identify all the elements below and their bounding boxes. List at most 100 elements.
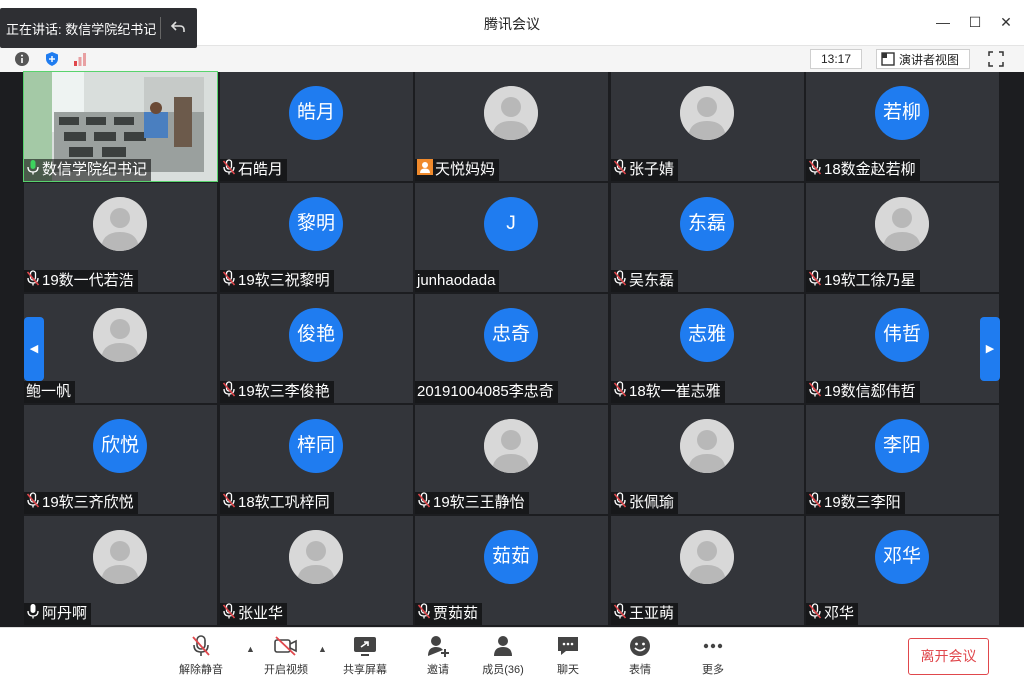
participant-tile[interactable]: 张佩瑜 xyxy=(611,405,804,514)
participant-avatar: 若柳 xyxy=(875,86,929,140)
members-label: 成员(36) xyxy=(482,664,524,676)
start-video-button[interactable]: 开启视频 xyxy=(261,634,311,677)
participant-tile[interactable]: 俊艳 19软三李俊艳 xyxy=(220,294,413,403)
participant-label: 19数三李阳 xyxy=(806,491,905,514)
participant-label: 19软三李俊艳 xyxy=(220,380,334,404)
mic-muted-icon xyxy=(808,158,822,182)
participant-name: junhaodada xyxy=(417,272,496,289)
participant-avatar-photo xyxy=(484,86,538,140)
mic-muted-icon xyxy=(613,602,627,626)
participant-tile[interactable]: 茹茹 贾茹茹 xyxy=(415,516,608,625)
mic-muted-icon xyxy=(417,602,431,626)
mic-muted-icon xyxy=(26,491,40,515)
participant-label: 19软三王静怡 xyxy=(415,491,529,515)
speaking-text: 正在讲话: 数信学院纪书记 xyxy=(6,21,157,37)
participant-tile[interactable]: 梓同 18软工巩梓同 xyxy=(220,405,413,514)
share-screen-icon xyxy=(354,637,376,656)
mic-muted-icon xyxy=(613,158,627,182)
participant-tile[interactable]: 李阳 19数三李阳 xyxy=(806,405,999,514)
share-screen-button[interactable]: 共享屏幕 xyxy=(339,634,391,677)
participant-tile[interactable]: 鲍一帆 xyxy=(24,294,217,403)
unmute-button[interactable]: 解除静音 xyxy=(177,634,225,677)
close-button[interactable]: ✕ xyxy=(997,13,1015,31)
participant-avatar: 俊艳 xyxy=(289,308,343,362)
mic-muted-icon xyxy=(222,158,236,182)
info-icon[interactable] xyxy=(14,51,30,67)
participant-label: 19数信郄伟哲 xyxy=(806,380,920,404)
mic-muted-icon xyxy=(613,269,627,293)
participant-label: 数信学院纪书记 xyxy=(24,159,152,182)
participant-avatar-photo xyxy=(680,86,734,140)
participant-avatar: J xyxy=(484,197,538,251)
participant-tile[interactable]: 王亚萌 xyxy=(611,516,804,625)
participant-name: 阿丹啊 xyxy=(42,605,88,622)
participant-tile[interactable]: 数信学院纪书记 xyxy=(23,71,218,182)
chat-label: 聊天 xyxy=(557,664,579,676)
speaker-view-button[interactable]: 演讲者视图 xyxy=(876,49,970,69)
participant-name: 19软三祝黎明 xyxy=(238,272,330,289)
next-page-button[interactable]: ▶ xyxy=(980,317,1000,381)
maximize-button[interactable]: ☐ xyxy=(966,13,984,31)
participant-avatar: 伟哲 xyxy=(875,308,929,362)
minimize-button[interactable]: — xyxy=(934,13,952,31)
participant-avatar: 梓同 xyxy=(289,419,343,473)
participant-label: 张子婧 xyxy=(611,158,679,182)
participant-avatar: 东磊 xyxy=(680,197,734,251)
reactions-button[interactable]: 表情 xyxy=(626,634,654,677)
participant-avatar: 茹茹 xyxy=(484,530,538,584)
participant-tile[interactable]: 张业华 xyxy=(220,516,413,625)
leave-meeting-button[interactable]: 离开会议 xyxy=(908,638,989,675)
video-grid: 数信学院纪书记 皓月 石皓月 天悦妈妈张子婧 若柳 18数金赵若柳 19数一代若浩 黎明 19软… xyxy=(23,71,1001,627)
participant-name: 张佩瑜 xyxy=(629,494,675,511)
prev-page-button[interactable]: ◀ xyxy=(24,317,44,381)
participant-tile[interactable]: 忠奇 20191004085李忠奇 xyxy=(415,294,608,403)
participant-avatar-photo xyxy=(289,530,343,584)
mic-muted-icon xyxy=(613,491,627,515)
participant-tile[interactable]: 若柳 18数金赵若柳 xyxy=(806,72,999,181)
participant-tile[interactable]: 欣悦 19软三齐欣悦 xyxy=(24,405,217,514)
mic-muted-icon xyxy=(808,602,822,626)
participant-name: 19软三李俊艳 xyxy=(238,383,330,400)
mic-muted-icon xyxy=(417,491,431,515)
security-shield-icon[interactable] xyxy=(44,51,60,67)
audio-options-caret-icon[interactable]: ▲ xyxy=(246,644,255,654)
more-dots-icon xyxy=(703,643,723,649)
participant-name: 18软工巩梓同 xyxy=(238,494,330,511)
participant-tile[interactable]: 邓华 邓华 xyxy=(806,516,999,625)
chat-button[interactable]: 聊天 xyxy=(554,634,582,677)
signal-strength-icon[interactable] xyxy=(72,51,88,67)
fullscreen-icon[interactable] xyxy=(988,51,1004,67)
unmute-label: 解除静音 xyxy=(179,664,223,676)
participant-name: 19软三王静怡 xyxy=(433,494,525,511)
members-icon xyxy=(494,636,512,656)
participant-name: 19数三李阳 xyxy=(824,494,901,511)
mic-on-icon xyxy=(26,159,40,182)
participant-label: 鲍一帆 xyxy=(24,381,76,403)
participant-tile[interactable]: Jjunhaodada xyxy=(415,183,608,292)
participant-name: 张子婧 xyxy=(629,161,675,178)
participant-tile[interactable]: 19数一代若浩 xyxy=(24,183,217,292)
participant-tile[interactable]: 19软三王静怡 xyxy=(415,405,608,514)
speaker-view-label: 演讲者视图 xyxy=(899,52,960,67)
invite-button[interactable]: 邀请 xyxy=(420,634,456,677)
participant-avatar-photo xyxy=(93,308,147,362)
mic-muted-icon xyxy=(808,380,822,404)
participant-tile[interactable]: 志雅 18软一崔志雅 xyxy=(611,294,804,403)
mic-muted-icon xyxy=(222,380,236,404)
participant-tile[interactable]: 阿丹啊 xyxy=(24,516,217,625)
participant-label: 18软工巩梓同 xyxy=(220,491,334,514)
emoji-icon xyxy=(630,636,650,656)
participant-tile[interactable]: 东磊 吴东磊 xyxy=(611,183,804,292)
participant-tile[interactable]: 黎明 19软三祝黎明 xyxy=(220,183,413,292)
participant-tile[interactable]: 天悦妈妈 xyxy=(415,72,608,181)
more-button[interactable]: 更多 xyxy=(698,634,728,677)
members-button[interactable]: 成员(36) xyxy=(478,634,528,677)
participant-tile[interactable]: 张子婧 xyxy=(611,72,804,181)
participant-tile[interactable]: 皓月 石皓月 xyxy=(220,72,413,181)
mic-on-icon xyxy=(26,603,40,626)
return-icon[interactable] xyxy=(161,19,195,38)
participant-avatar-photo xyxy=(484,419,538,473)
participant-tile[interactable]: 19软工徐乃星 xyxy=(806,183,999,292)
video-options-caret-icon[interactable]: ▲ xyxy=(318,644,327,654)
participant-tile[interactable]: 伟哲 19数信郄伟哲 xyxy=(806,294,999,403)
